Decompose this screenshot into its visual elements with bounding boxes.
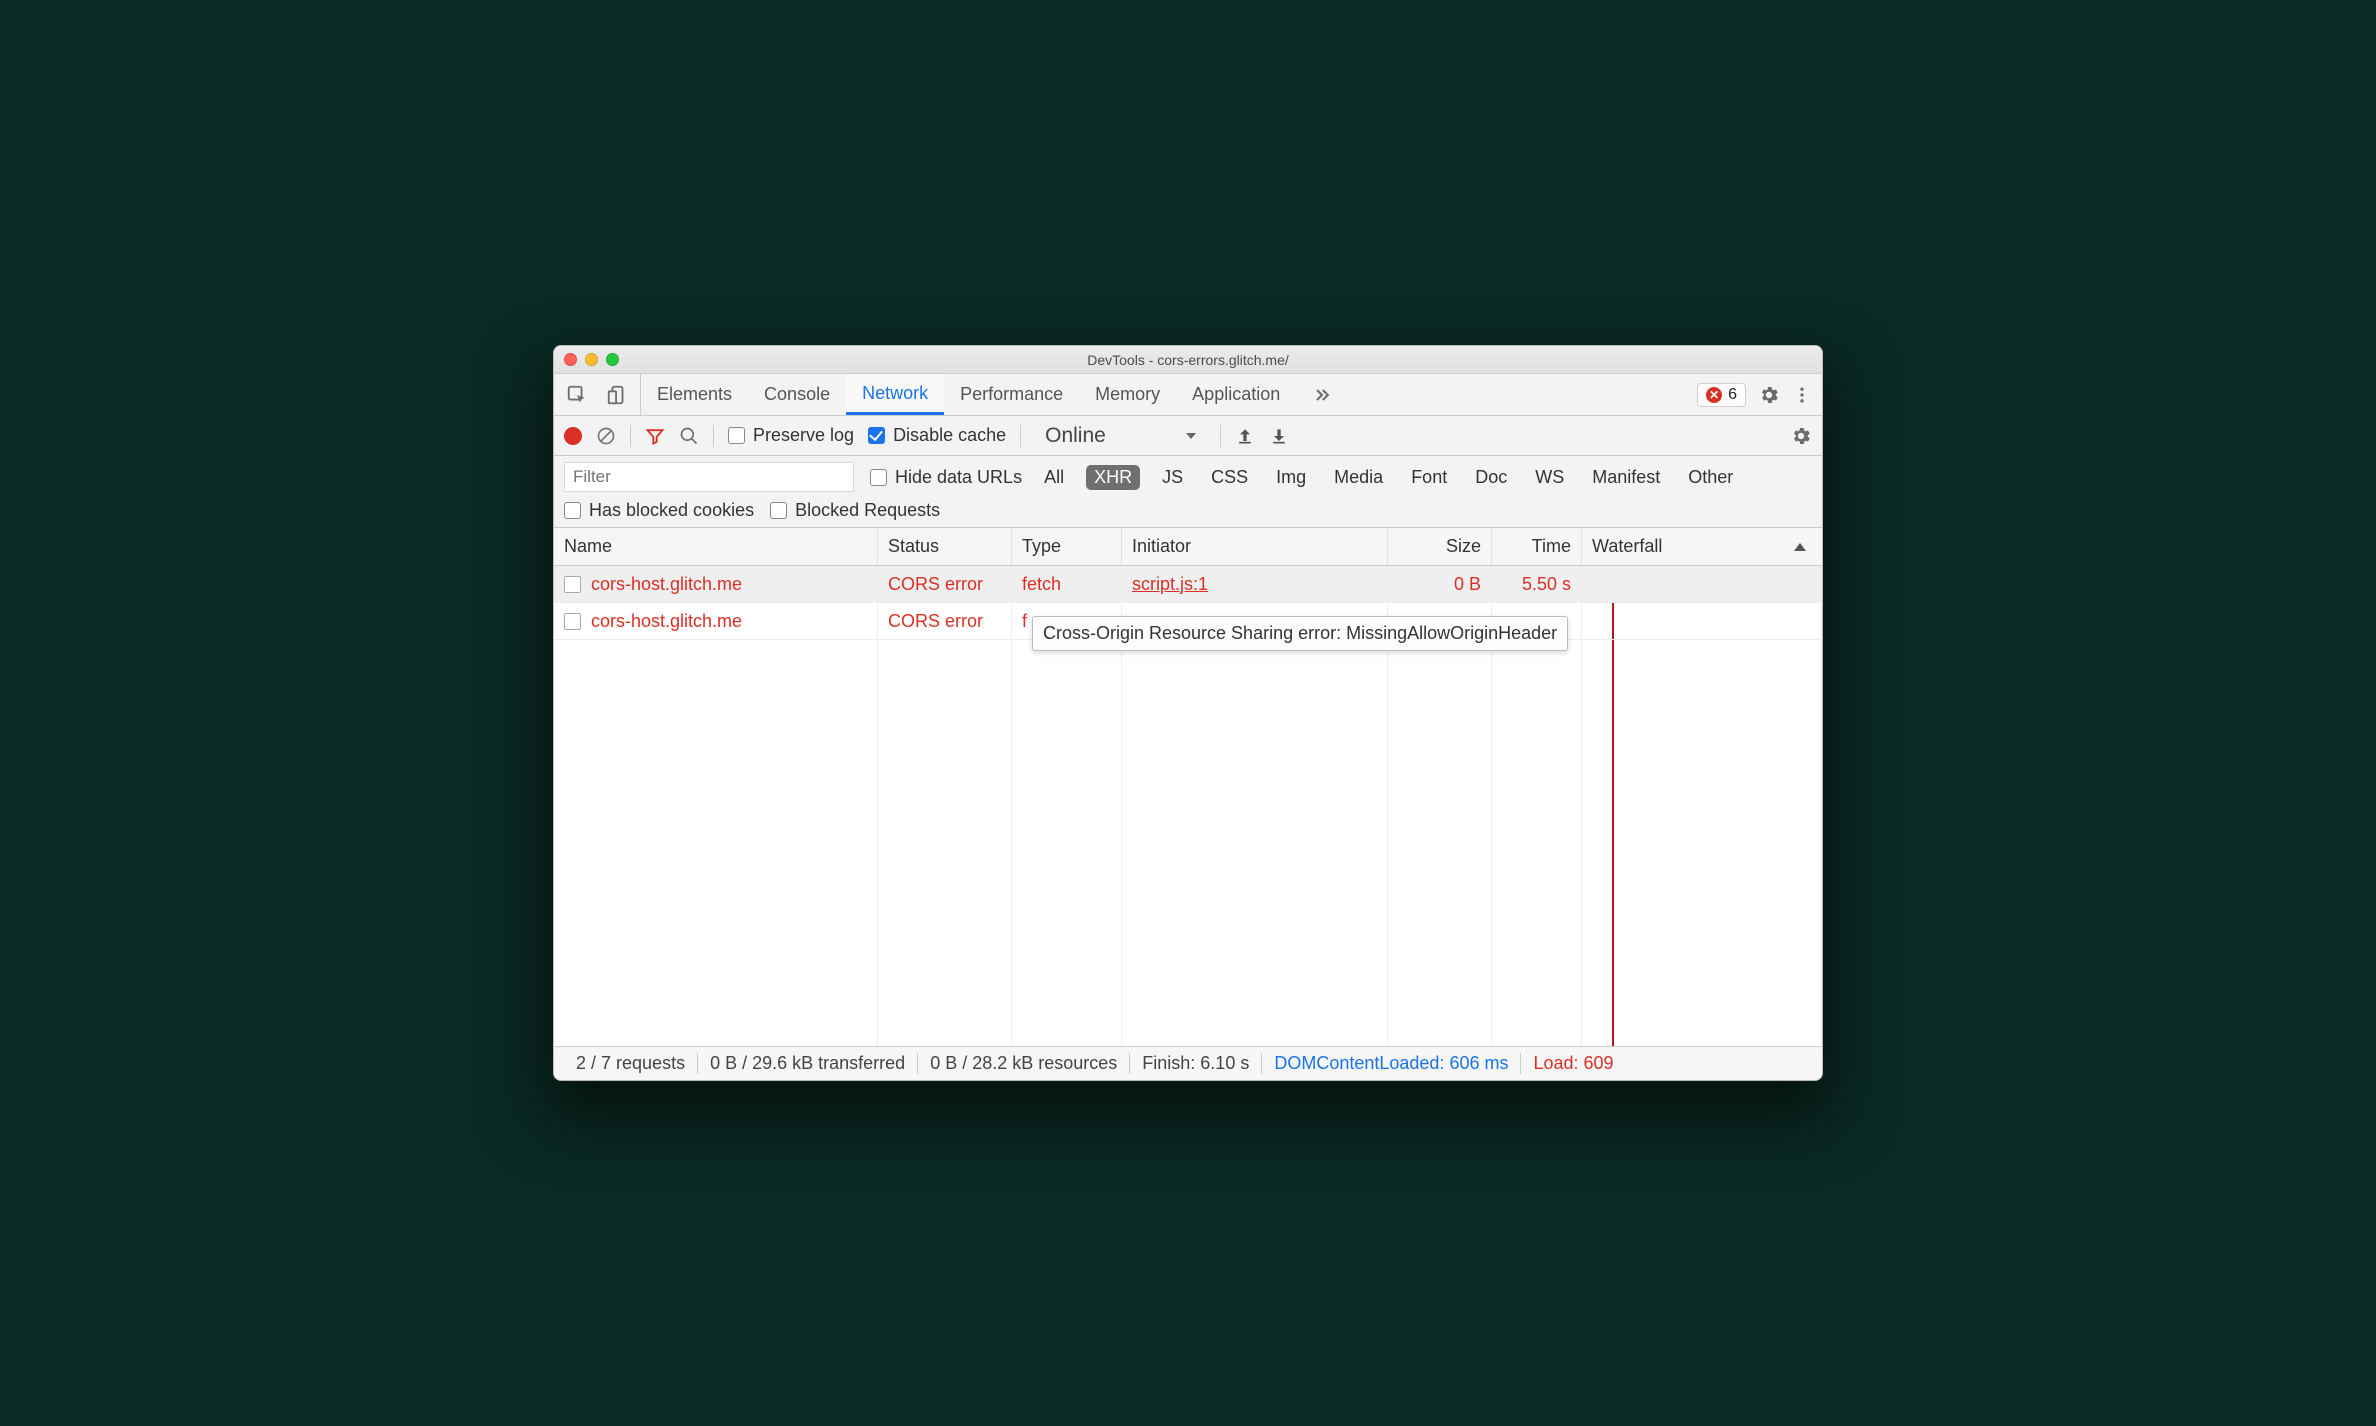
disable-cache-checkbox[interactable]: Disable cache <box>868 425 1006 446</box>
throttling-value: Online <box>1045 424 1106 448</box>
blocked-requests-checkbox[interactable]: Blocked Requests <box>770 500 940 521</box>
upload-har-icon[interactable] <box>1235 426 1255 446</box>
filter-type-img[interactable]: Img <box>1270 465 1312 490</box>
filter-toggle-icon[interactable] <box>645 426 665 446</box>
device-toolbar-icon[interactable] <box>606 384 628 406</box>
col-initiator[interactable]: Initiator <box>1122 528 1388 565</box>
tab-application[interactable]: Application <box>1176 374 1296 415</box>
tab-memory[interactable]: Memory <box>1079 374 1176 415</box>
status-bar: 2 / 7 requests 0 B / 29.6 kB transferred… <box>554 1046 1822 1080</box>
more-options-icon[interactable] <box>1792 385 1812 405</box>
record-button[interactable] <box>564 427 582 445</box>
filter-type-js[interactable]: JS <box>1156 465 1189 490</box>
request-time: 5.50 s <box>1492 566 1582 602</box>
grid-header: Name Status Type Initiator Size Time Wat… <box>554 528 1822 566</box>
filter-type-other[interactable]: Other <box>1682 465 1739 490</box>
filter-type-media[interactable]: Media <box>1328 465 1389 490</box>
disable-cache-label: Disable cache <box>893 425 1006 446</box>
separator <box>713 425 714 447</box>
tab-performance[interactable]: Performance <box>944 374 1079 415</box>
clear-button[interactable] <box>596 426 616 446</box>
request-type: fetch <box>1012 566 1122 602</box>
request-row[interactable]: cors-host.glitch.me CORS error fetch scr… <box>554 566 1822 603</box>
error-icon: ✕ <box>1706 387 1722 403</box>
panel-tabbar: Elements Console Network Performance Mem… <box>554 374 1822 416</box>
error-count: 6 <box>1728 386 1737 404</box>
request-name: cors-host.glitch.me <box>591 611 742 632</box>
row-checkbox[interactable] <box>564 576 581 593</box>
filter-type-css[interactable]: CSS <box>1205 465 1254 490</box>
separator <box>630 425 631 447</box>
request-initiator-link[interactable]: script.js:1 <box>1132 574 1208 595</box>
request-status: CORS error <box>878 566 1012 602</box>
filter-bar: Hide data URLs All XHR JS CSS Img Media … <box>554 456 1822 528</box>
tab-network[interactable]: Network <box>846 374 944 415</box>
panel-tabs: Elements Console Network Performance Mem… <box>641 374 1687 415</box>
status-finish: Finish: 6.10 s <box>1130 1053 1262 1074</box>
chevron-down-icon <box>1186 433 1196 439</box>
filter-type-ws[interactable]: WS <box>1529 465 1570 490</box>
hide-data-urls-checkbox[interactable]: Hide data URLs <box>870 467 1022 488</box>
devtools-window: DevTools - cors-errors.glitch.me/ Elemen… <box>553 345 1823 1081</box>
row-checkbox[interactable] <box>564 613 581 630</box>
filter-type-all[interactable]: All <box>1038 465 1070 490</box>
network-grid: Name Status Type Initiator Size Time Wat… <box>554 528 1822 1046</box>
preserve-log-label: Preserve log <box>753 425 854 446</box>
inspect-element-icon[interactable] <box>566 384 588 406</box>
status-domcontentloaded: DOMContentLoaded: 606 ms <box>1262 1053 1521 1074</box>
hide-data-urls-label: Hide data URLs <box>895 467 1022 488</box>
filter-input[interactable] <box>564 462 854 492</box>
col-name[interactable]: Name <box>554 528 878 565</box>
status-transferred: 0 B / 29.6 kB transferred <box>698 1053 918 1074</box>
filter-type-font[interactable]: Font <box>1405 465 1453 490</box>
network-settings-gear-icon[interactable] <box>1790 425 1812 447</box>
tab-console[interactable]: Console <box>748 374 846 415</box>
network-toolbar: Preserve log Disable cache Online <box>554 416 1822 456</box>
col-status[interactable]: Status <box>878 528 1012 565</box>
request-status: CORS error <box>878 603 1012 639</box>
tab-elements[interactable]: Elements <box>641 374 748 415</box>
col-type[interactable]: Type <box>1012 528 1122 565</box>
request-name: cors-host.glitch.me <box>591 574 742 595</box>
error-count-badge[interactable]: ✕ 6 <box>1697 383 1746 407</box>
col-time[interactable]: Time <box>1492 528 1582 565</box>
more-tabs-button[interactable] <box>1296 374 1348 415</box>
preserve-log-checkbox[interactable]: Preserve log <box>728 425 854 446</box>
window-title: DevTools - cors-errors.glitch.me/ <box>554 352 1822 368</box>
filter-type-manifest[interactable]: Manifest <box>1586 465 1666 490</box>
blocked-requests-label: Blocked Requests <box>795 500 940 521</box>
titlebar: DevTools - cors-errors.glitch.me/ <box>554 346 1822 374</box>
separator <box>1220 425 1221 447</box>
throttling-select[interactable]: Online <box>1035 424 1206 448</box>
has-blocked-cookies-checkbox[interactable]: Has blocked cookies <box>564 500 754 521</box>
filter-type-doc[interactable]: Doc <box>1469 465 1513 490</box>
status-tooltip: Cross-Origin Resource Sharing error: Mis… <box>1032 616 1568 651</box>
separator <box>1020 425 1021 447</box>
col-size[interactable]: Size <box>1388 528 1492 565</box>
status-resources: 0 B / 28.2 kB resources <box>918 1053 1130 1074</box>
status-load: Load: 609 <box>1521 1053 1613 1074</box>
grid-body: cors-host.glitch.me CORS error fetch scr… <box>554 566 1822 1046</box>
col-waterfall-label: Waterfall <box>1592 536 1662 557</box>
col-waterfall[interactable]: Waterfall <box>1582 528 1822 565</box>
request-size: 0 B <box>1388 566 1492 602</box>
status-requests: 2 / 7 requests <box>564 1053 698 1074</box>
sort-ascending-icon <box>1794 543 1806 551</box>
has-blocked-cookies-label: Has blocked cookies <box>589 500 754 521</box>
download-har-icon[interactable] <box>1269 426 1289 446</box>
settings-gear-icon[interactable] <box>1758 384 1780 406</box>
search-icon[interactable] <box>679 426 699 446</box>
filter-type-xhr[interactable]: XHR <box>1086 465 1140 490</box>
